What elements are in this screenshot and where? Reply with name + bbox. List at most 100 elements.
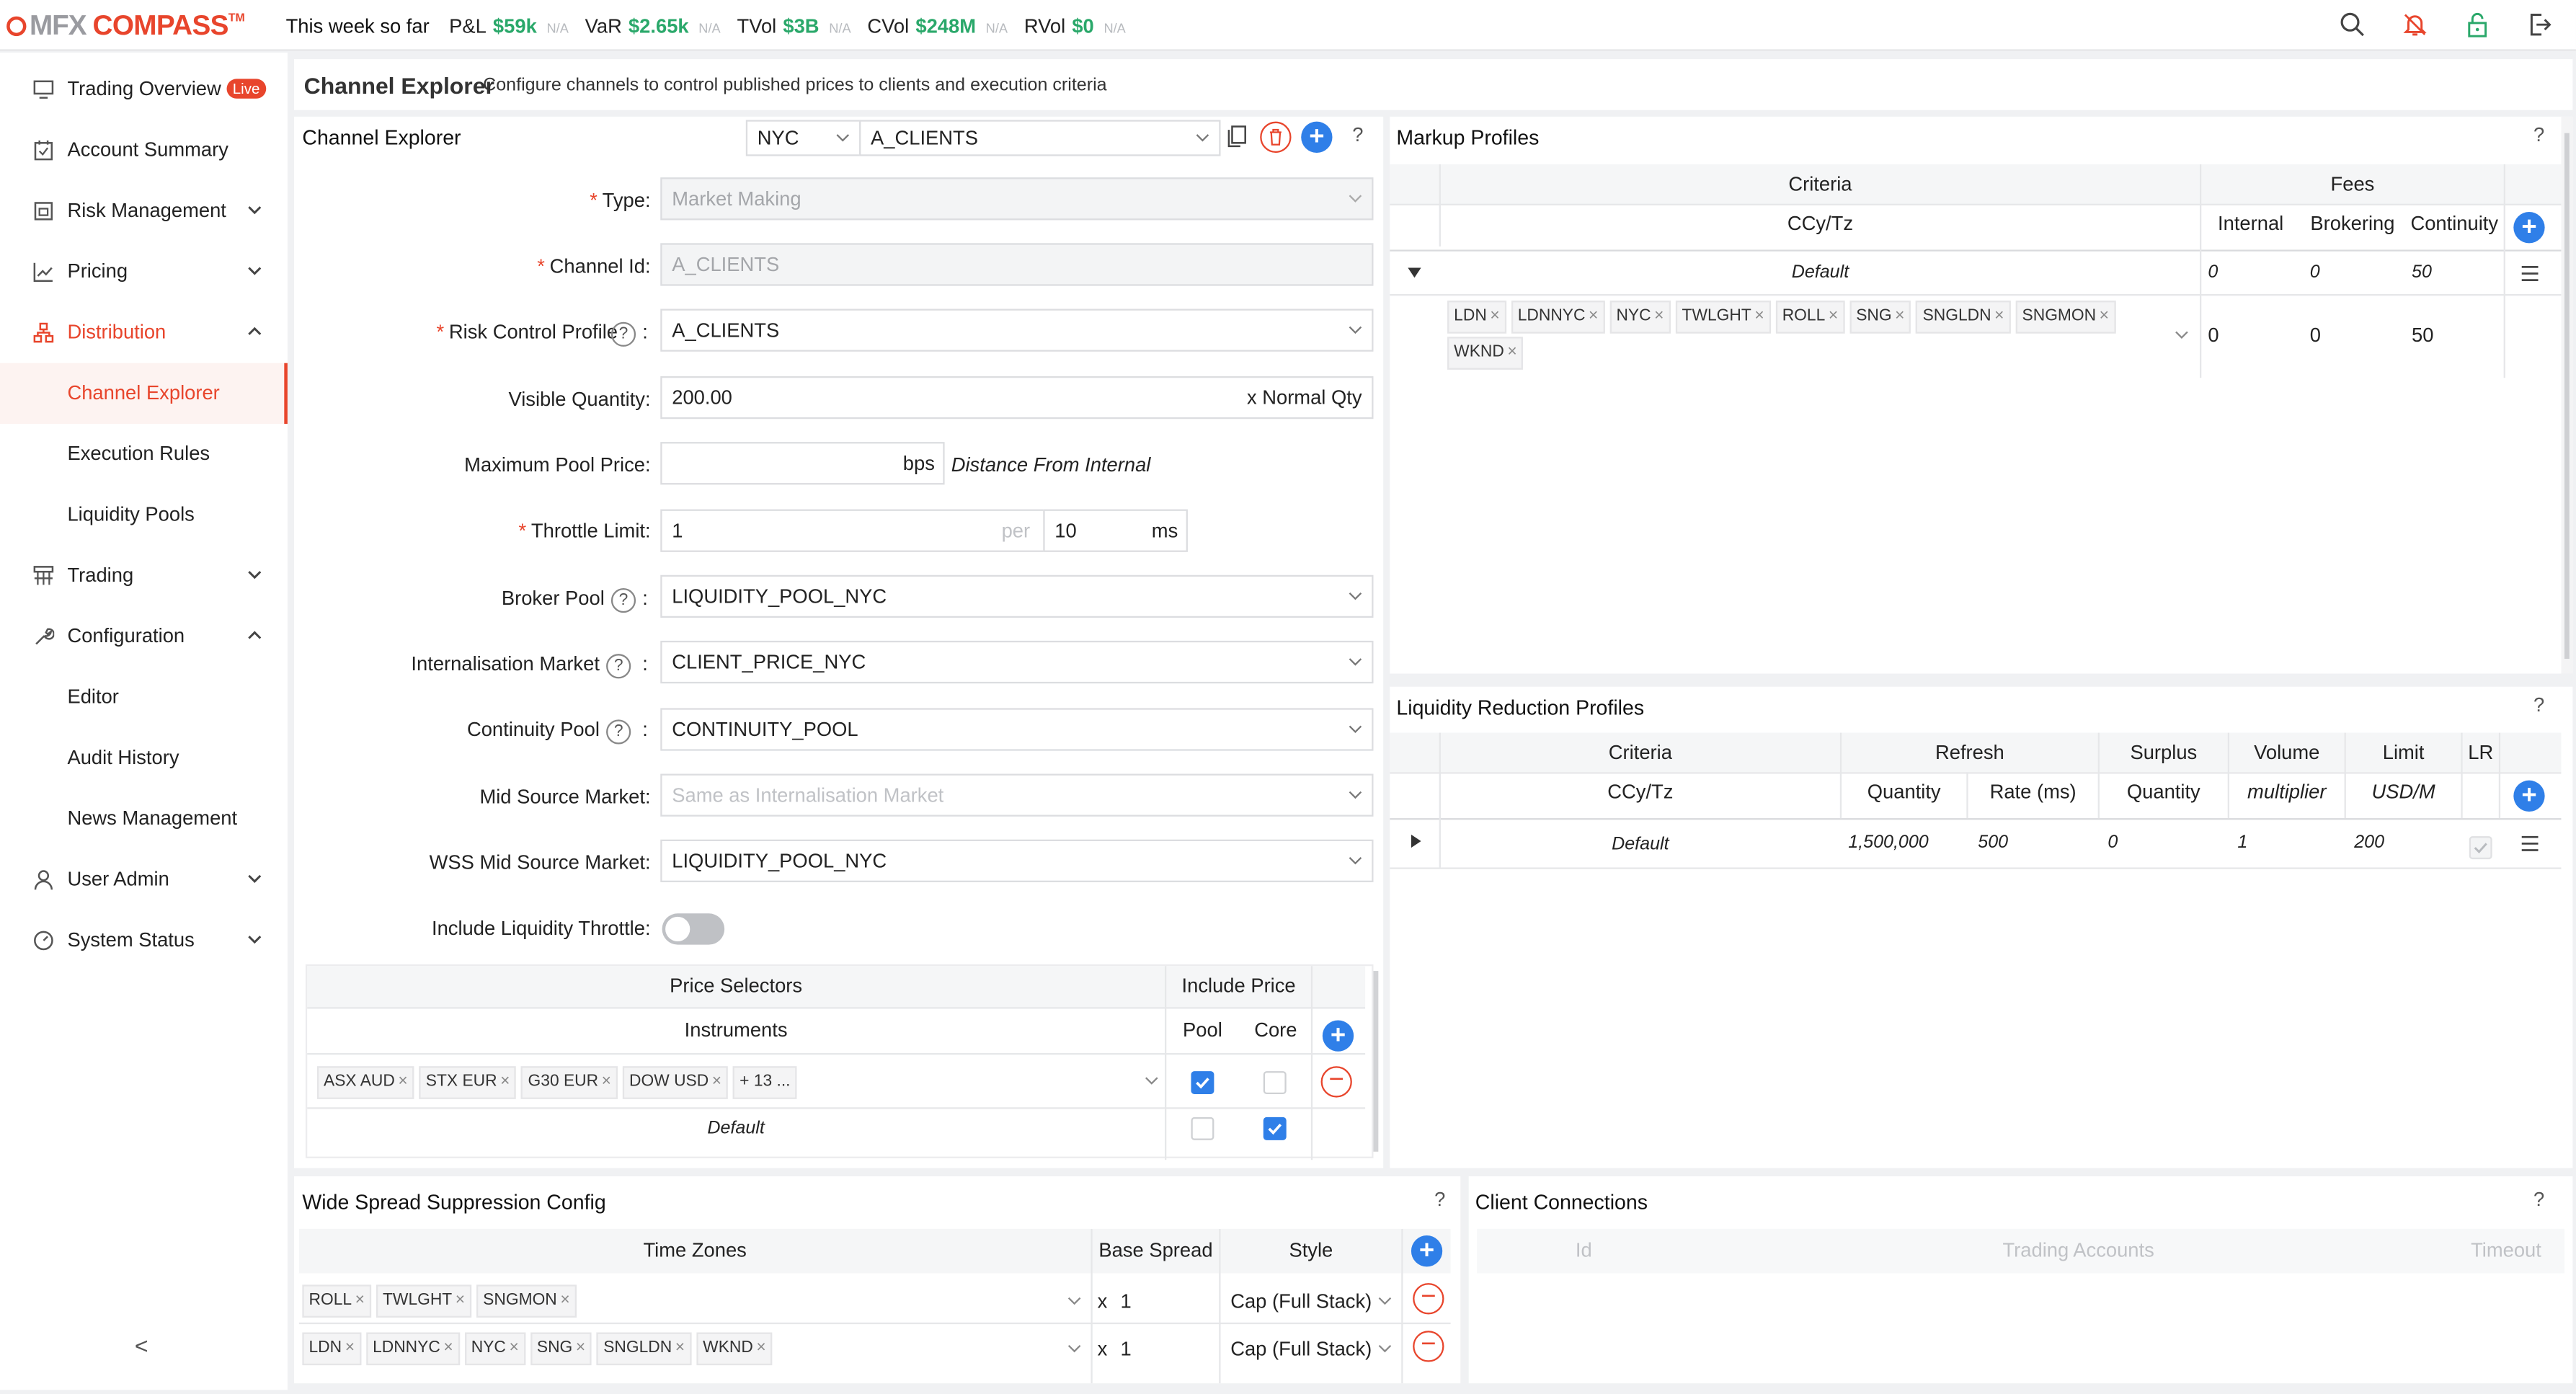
logout-icon[interactable] <box>2527 12 2553 37</box>
sidebar-item-account-summary[interactable]: Account Summary <box>0 120 288 180</box>
tz-tag[interactable]: ROLL × <box>302 1284 372 1318</box>
instrument-tag[interactable]: ASX AUD × <box>316 1066 414 1099</box>
bell-icon[interactable] <box>2402 12 2428 37</box>
remove-tag-icon[interactable]: × <box>1754 307 1764 325</box>
tz-tag[interactable]: NYC × <box>464 1332 525 1366</box>
remove-wss-row-button[interactable]: − <box>1413 1331 1444 1362</box>
location-select[interactable]: NYC <box>745 120 861 156</box>
throttle-limit-input[interactable]: 1 per <box>660 509 1045 552</box>
search-icon[interactable] <box>2340 12 2366 37</box>
pool-checkbox[interactable] <box>1191 1071 1214 1095</box>
remove-tag-icon[interactable]: × <box>1654 307 1664 325</box>
remove-tag-icon[interactable]: × <box>756 1339 765 1357</box>
channel-id-input[interactable]: A_CLIENTS <box>660 243 1374 286</box>
add-lr-profile-button[interactable]: + <box>2513 780 2545 812</box>
base-spread-value[interactable]: 1 <box>1120 1337 1131 1360</box>
tz-tag[interactable]: LDN × <box>302 1332 362 1366</box>
mid-source-market-select[interactable]: Same as Internalisation Market <box>660 773 1374 817</box>
ccy-tag[interactable]: LDNNYC × <box>1511 301 1605 334</box>
sidebar-item-user-admin[interactable]: User Admin <box>0 849 288 910</box>
chevron-down-icon[interactable] <box>2175 329 2188 342</box>
remove-tag-icon[interactable]: × <box>500 1073 510 1091</box>
ccy-tag[interactable]: ROLL × <box>1775 301 1845 334</box>
remove-tag-icon[interactable]: × <box>443 1339 453 1357</box>
ccy-tag[interactable]: NYC × <box>1609 301 1671 334</box>
sidebar-item-risk-management[interactable]: Risk Management <box>0 181 288 241</box>
wss-row-2-tags[interactable]: LDN × LDNNYC × NYC × SNG × SNGLDN × WKND × <box>302 1332 777 1366</box>
remove-tag-icon[interactable]: × <box>355 1292 365 1310</box>
remove-tag-icon[interactable]: × <box>509 1339 518 1357</box>
help-icon[interactable]: ? <box>610 587 636 613</box>
help-icon[interactable]: ? <box>1428 1189 1452 1214</box>
lock-icon[interactable] <box>2464 12 2490 37</box>
add-markup-profile-button[interactable]: + <box>2513 212 2545 244</box>
max-pool-price-input[interactable]: bps <box>660 442 945 485</box>
sidebar-item-trading-overview[interactable]: Trading Overview Live <box>0 59 288 120</box>
chevron-down-icon[interactable] <box>1067 1342 1081 1355</box>
continuity-pool-select[interactable]: CONTINUITY_POOL <box>660 708 1374 751</box>
remove-tag-icon[interactable]: × <box>345 1339 355 1357</box>
core-checkbox[interactable] <box>1263 1071 1287 1095</box>
ccy-tag[interactable]: SNGMON × <box>2015 301 2116 334</box>
tz-tag[interactable]: WKND × <box>696 1332 773 1366</box>
wss-mid-source-market-select[interactable]: LIQUIDITY_POOL_NYC <box>660 839 1374 882</box>
help-icon[interactable]: ? <box>610 321 636 347</box>
help-icon[interactable]: ? <box>2527 694 2551 719</box>
remove-tag-icon[interactable]: × <box>2100 307 2109 325</box>
sidebar-item-audit-history[interactable]: Audit History <box>0 728 288 789</box>
ccy-tag[interactable]: SNGLDN × <box>1916 301 2011 334</box>
remove-tag-icon[interactable]: × <box>560 1292 569 1310</box>
remove-tag-icon[interactable]: × <box>398 1073 407 1091</box>
sidebar-item-trading[interactable]: Trading <box>0 546 288 606</box>
help-icon[interactable]: ? <box>606 654 631 679</box>
type-select[interactable]: Market Making <box>660 177 1374 221</box>
broker-pool-select[interactable]: LIQUIDITY_POOL_NYC <box>660 574 1374 618</box>
ccy-tag[interactable]: TWLGHT × <box>1675 301 1771 334</box>
include-liquidity-throttle-toggle[interactable] <box>662 913 725 945</box>
remove-tag-icon[interactable]: × <box>1829 307 1838 325</box>
channel-select[interactable]: A_CLIENTS <box>859 120 1221 156</box>
help-icon[interactable]: ? <box>1346 124 1370 149</box>
tz-tag[interactable]: LDNNYC × <box>365 1332 460 1366</box>
menu-icon[interactable] <box>2520 835 2539 853</box>
remove-tag-icon[interactable]: × <box>1507 343 1516 361</box>
style-value[interactable]: Cap (Full Stack) <box>1230 1289 1372 1313</box>
sidebar-item-pricing[interactable]: Pricing <box>0 241 288 302</box>
ccy-tag[interactable]: SNG × <box>1849 301 1911 334</box>
remove-tag-icon[interactable]: × <box>1994 307 2004 325</box>
sidebar-item-configuration[interactable]: Configuration <box>0 606 288 667</box>
remove-tag-icon[interactable]: × <box>456 1292 465 1310</box>
scrollbar[interactable] <box>1373 971 1379 1152</box>
visible-quantity-input[interactable]: 200.00 x Normal Qty <box>660 376 1374 419</box>
internalisation-market-select[interactable]: CLIENT_PRICE_NYC <box>660 640 1374 684</box>
caret-right-icon[interactable] <box>1410 833 1423 850</box>
tz-tag[interactable]: TWLGHT × <box>376 1284 472 1318</box>
add-channel-button[interactable]: + <box>1301 121 1333 153</box>
base-spread-value[interactable]: 1 <box>1120 1289 1131 1313</box>
wss-row-1-tags[interactable]: ROLL × TWLGHT × SNGMON × <box>302 1284 581 1318</box>
caret-down-icon[interactable] <box>1406 266 1423 279</box>
collapse-sidebar-button[interactable]: < <box>135 1333 148 1359</box>
more-tags[interactable]: + 13 ... <box>733 1066 797 1099</box>
sidebar-item-liquidity-pools[interactable]: Liquidity Pools <box>0 484 288 545</box>
remove-tag-icon[interactable]: × <box>675 1339 685 1357</box>
sidebar-item-news-management[interactable]: News Management <box>0 789 288 849</box>
core-checkbox[interactable] <box>1263 1116 1287 1140</box>
risk-profile-select[interactable]: A_CLIENTS <box>660 308 1374 352</box>
remove-row-button[interactable]: − <box>1320 1066 1352 1098</box>
instrument-tag[interactable]: DOW USD × <box>622 1066 729 1099</box>
style-value[interactable]: Cap (Full Stack) <box>1230 1337 1372 1360</box>
sidebar-item-execution-rules[interactable]: Execution Rules <box>0 424 288 484</box>
logo[interactable]: MFX COMPASS TM <box>6 10 245 43</box>
instrument-tags[interactable]: ASX AUD × STX EUR × G30 EUR × DOW USD × + 13 ... <box>316 1066 802 1099</box>
tz-tag[interactable]: SNG × <box>530 1332 592 1366</box>
instrument-tag[interactable]: STX EUR × <box>419 1066 517 1099</box>
remove-tag-icon[interactable]: × <box>712 1073 721 1091</box>
ccy-tag[interactable]: LDN × <box>1447 301 1506 334</box>
help-icon[interactable]: ? <box>606 719 631 745</box>
copy-icon[interactable] <box>1227 125 1247 148</box>
delete-channel-button[interactable] <box>1260 121 1292 153</box>
add-wss-row-button[interactable]: + <box>1411 1235 1443 1267</box>
ccy-tag[interactable]: WKND × <box>1447 337 1524 370</box>
lr-checkbox[interactable] <box>2469 836 2492 860</box>
